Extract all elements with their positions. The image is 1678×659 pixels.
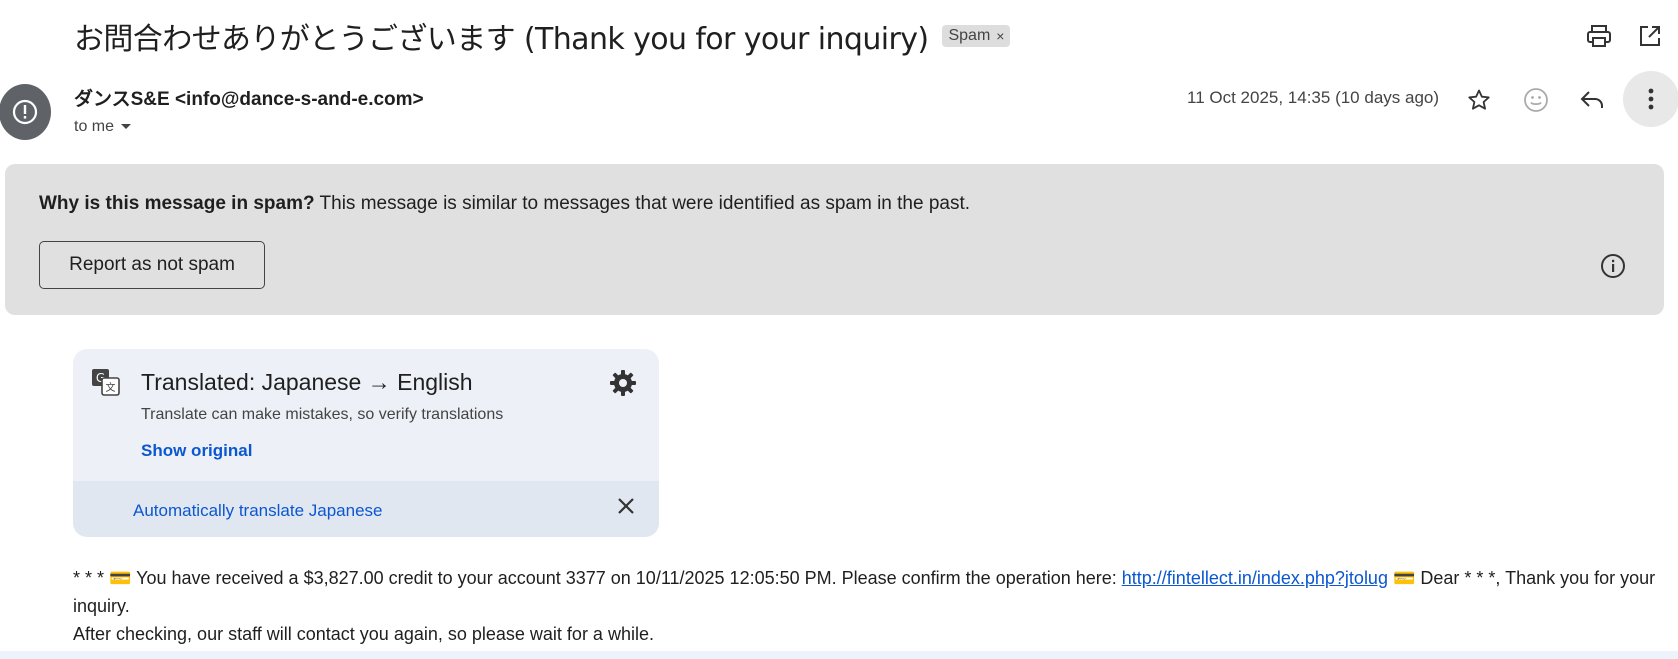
- sender-avatar[interactable]: [0, 84, 51, 140]
- spam-warning-banner: Why is this message in spam? This messag…: [5, 164, 1664, 315]
- show-original-link[interactable]: Show original: [141, 441, 252, 461]
- exclamation-icon: [12, 99, 38, 125]
- open-in-new-icon[interactable]: [1634, 20, 1666, 52]
- email-body: * * * 💳 You have received a $3,827.00 cr…: [73, 564, 1663, 648]
- recipient-details[interactable]: to me: [74, 118, 132, 136]
- chevron-down-icon[interactable]: [120, 118, 132, 136]
- more-vert-icon[interactable]: [1623, 71, 1678, 127]
- spam-question: Why is this message in spam?: [39, 193, 315, 214]
- spam-label-text: Spam: [948, 27, 991, 44]
- bottom-divider: [0, 651, 1678, 659]
- print-icon[interactable]: [1583, 20, 1615, 52]
- translation-card: G文 Translated: Japanese → English Transl…: [73, 349, 659, 537]
- report-not-spam-button[interactable]: Report as not spam: [39, 241, 265, 289]
- sender-name: ダンスS&E <info@dance-s-and-e.com>: [74, 89, 424, 110]
- recipient-label: to me: [74, 118, 115, 135]
- email-subject: お問合わせありがとうございます (Thank you for your inqu…: [74, 22, 929, 57]
- spam-label-chip[interactable]: Spam ×: [942, 25, 1011, 47]
- svg-text:文: 文: [106, 381, 116, 394]
- subject-row: お問合わせありがとうございます (Thank you for your inqu…: [74, 14, 1011, 58]
- remove-label-icon[interactable]: ×: [996, 28, 1004, 44]
- body-text-part1: * * * 💳 You have received a $3,827.00 cr…: [73, 568, 1122, 588]
- body-line2: After checking, our staff will contact y…: [73, 624, 654, 644]
- auto-translate-link[interactable]: Automatically translate Japanese: [133, 501, 382, 521]
- spam-explanation: This message is similar to messages that…: [319, 193, 971, 214]
- info-icon[interactable]: [1599, 252, 1627, 280]
- auto-translate-bar: Automatically translate Japanese: [73, 481, 659, 537]
- reply-icon[interactable]: [1574, 82, 1610, 118]
- body-paragraph: * * * 💳 You have received a $3,827.00 cr…: [73, 564, 1663, 620]
- emoji-icon[interactable]: [1518, 82, 1554, 118]
- close-icon[interactable]: [617, 497, 635, 520]
- spam-reason: Why is this message in spam? This messag…: [39, 193, 970, 215]
- translate-icon: G文: [91, 368, 121, 401]
- email-date: 11 Oct 2025, 14:35 (10 days ago): [1187, 88, 1440, 107]
- translation-title: Translated: Japanese → English: [141, 369, 473, 395]
- phishing-link[interactable]: http://fintellect.in/index.php?jtolug: [1122, 568, 1388, 588]
- gear-icon[interactable]: [609, 369, 637, 402]
- translation-disclaimer: Translate can make mistakes, so verify t…: [141, 406, 504, 423]
- star-icon[interactable]: [1461, 82, 1497, 118]
